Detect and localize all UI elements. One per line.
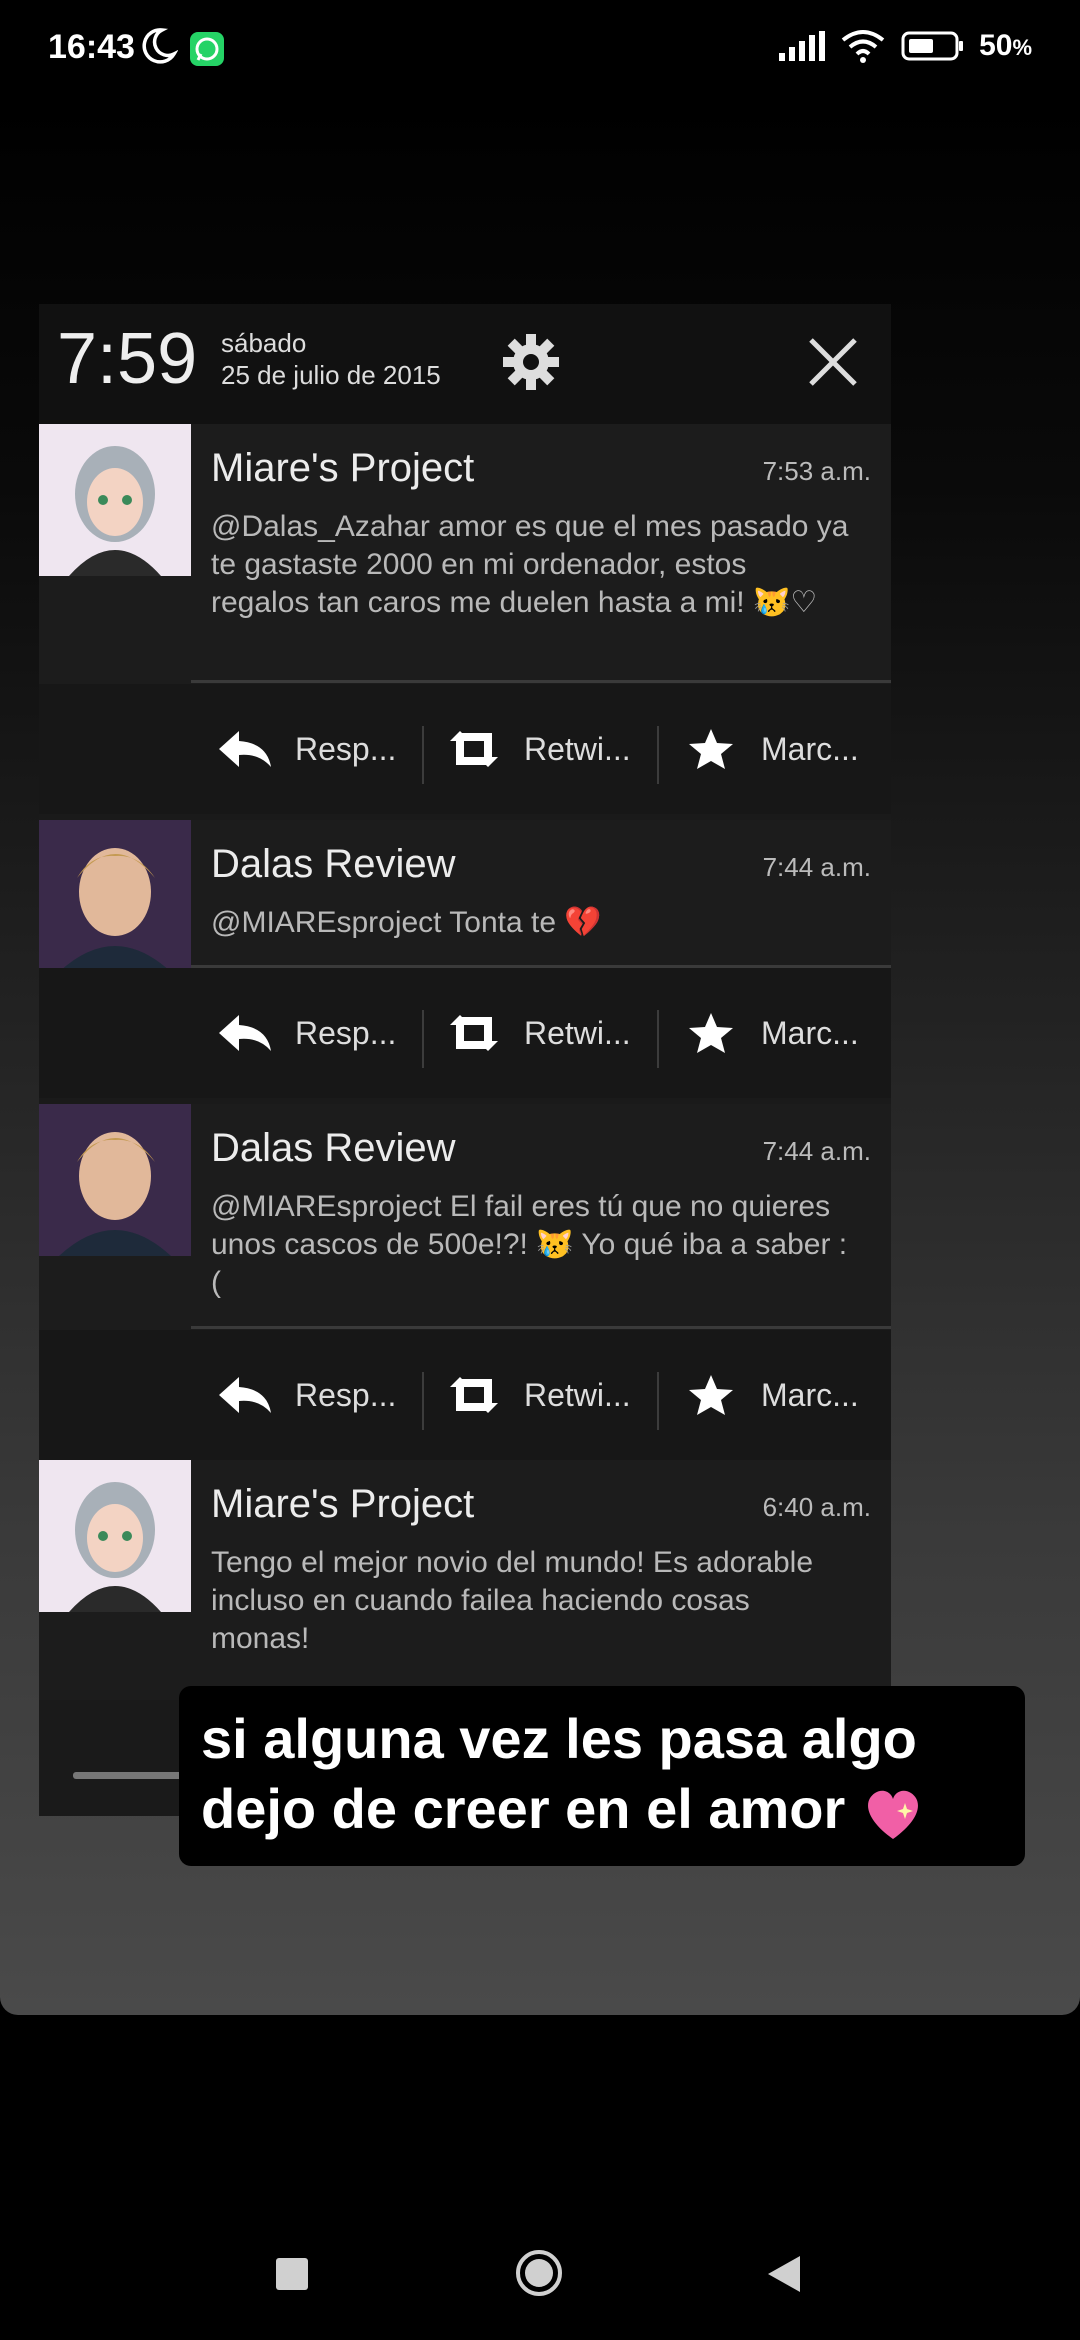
notification-title: Miare's Project: [211, 446, 475, 490]
divider: [657, 1372, 659, 1430]
retweet-button[interactable]: Retwi...: [446, 968, 631, 1098]
avatar: [39, 1460, 191, 1612]
divider: [657, 726, 659, 784]
notification-screenshot: 7:59 sábado 25 de julio de 2015 Miare's …: [39, 304, 891, 1816]
notification-header: 7:59 sábado 25 de julio de 2015: [39, 304, 891, 424]
notification-time: 6:40 a.m.: [762, 1492, 871, 1522]
reply-icon: [219, 1015, 271, 1051]
notification-text: @MIAREsproject El fail eres tú que no qu…: [211, 1190, 848, 1299]
notification-time: 7:44 a.m.: [762, 852, 871, 882]
gear-icon[interactable]: [499, 330, 563, 394]
avatar: [39, 1104, 191, 1256]
favorite-button[interactable]: Marc...: [683, 1330, 859, 1460]
retweet-button[interactable]: Retwi...: [446, 1330, 631, 1460]
retweet-icon: [450, 1377, 498, 1413]
back-button[interactable]: [766, 2254, 802, 2294]
notification-item[interactable]: Miare's Project 7:53 a.m. @Dalas_Azahar …: [39, 424, 891, 684]
battery-icon: [901, 31, 964, 61]
home-button[interactable]: [514, 2248, 564, 2298]
notification-actions: Resp... Retwi... Marc...: [39, 1330, 891, 1460]
signal-icon: [779, 31, 826, 61]
recents-button[interactable]: [276, 2258, 308, 2290]
divider: [422, 1372, 424, 1430]
close-icon[interactable]: [805, 334, 861, 390]
header-date: 25 de julio de 2015: [221, 360, 441, 390]
header-time: 7:59: [57, 319, 198, 399]
story-caption: si alguna vez les pasa algo dejo de cree…: [179, 1686, 1025, 1866]
header-day: sábado: [221, 328, 307, 358]
retweet-icon: [450, 1015, 498, 1051]
navigation-bar: [0, 2200, 1080, 2340]
reply-icon: [219, 1377, 271, 1413]
divider: [191, 680, 891, 683]
notification-actions: Resp... Retwi... Marc...: [39, 684, 891, 814]
retweet-button[interactable]: Retwi...: [446, 684, 631, 814]
notification-title: Dalas Review: [211, 1126, 456, 1170]
reply-icon: [219, 731, 271, 767]
notification-actions: Resp... Retwi... Marc...: [39, 968, 891, 1098]
notification-text: Tengo el mejor novio del mundo! Es adora…: [211, 1546, 814, 1655]
notification-text: @MIAREsproject Tonta te 💔: [211, 906, 602, 939]
avatar: [39, 424, 191, 576]
notification-time: 7:44 a.m.: [762, 1136, 871, 1166]
whatsapp-icon: [190, 32, 224, 66]
battery-percent: 50%: [979, 29, 1032, 62]
caption-line-1: si alguna vez les pasa algo: [201, 1707, 917, 1770]
favorite-button[interactable]: Marc...: [683, 968, 859, 1098]
sparkling-heart-icon: [867, 1790, 918, 1840]
notification-title: Dalas Review: [211, 842, 456, 886]
divider: [191, 1326, 891, 1329]
caption-line-2: dejo de creer en el amor: [201, 1776, 925, 1843]
status-time: 16:43: [48, 28, 135, 66]
wifi-icon: [841, 30, 885, 63]
reply-button[interactable]: Resp...: [217, 684, 396, 814]
star-icon: [689, 729, 733, 769]
reply-button[interactable]: Resp...: [217, 968, 396, 1098]
notification-item[interactable]: Miare's Project 6:40 a.m. Tengo el mejor…: [39, 1460, 891, 1700]
star-icon: [689, 1013, 733, 1053]
notification-item[interactable]: Dalas Review 7:44 a.m. @MIAREsproject El…: [39, 1104, 891, 1330]
notification-text: @Dalas_Azahar amor es que el mes pasado …: [211, 510, 849, 619]
star-icon: [689, 1375, 733, 1415]
status-bar: 16:43 50%: [0, 0, 1080, 100]
notification-title: Miare's Project: [211, 1482, 475, 1526]
divider: [422, 1010, 424, 1068]
divider: [657, 1010, 659, 1068]
notification-time: 7:53 a.m.: [762, 456, 871, 486]
retweet-icon: [450, 731, 498, 767]
status-indicators: 50%: [777, 28, 1032, 64]
avatar: [39, 820, 191, 972]
favorite-button[interactable]: Marc...: [683, 684, 859, 814]
divider: [422, 726, 424, 784]
notification-item[interactable]: Dalas Review 7:44 a.m. @MIAREsproject To…: [39, 820, 891, 972]
reply-button[interactable]: Resp...: [217, 1330, 396, 1460]
moon-icon: [142, 28, 178, 64]
